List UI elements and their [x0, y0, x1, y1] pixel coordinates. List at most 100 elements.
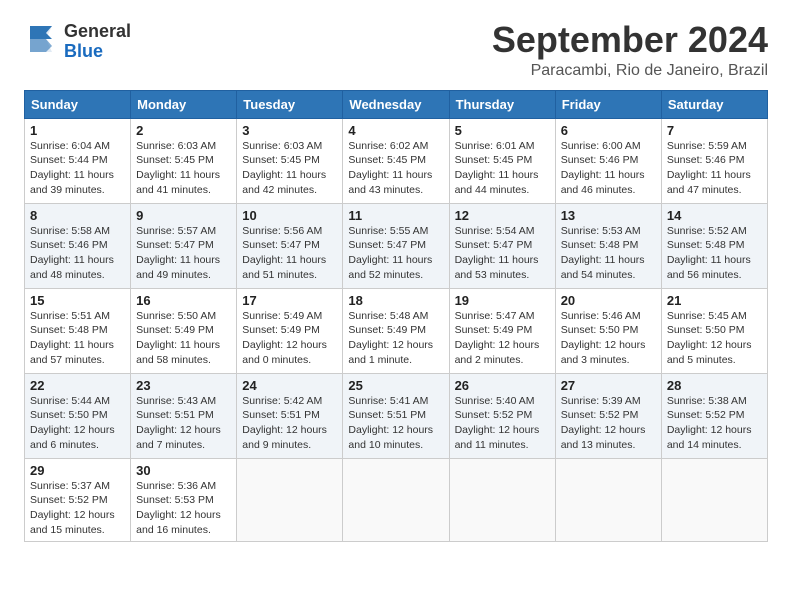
- table-row: 26 Sunrise: 5:40 AM Sunset: 5:52 PM Dayl…: [449, 373, 555, 458]
- day-info: Sunrise: 5:46 AM Sunset: 5:50 PM Dayligh…: [561, 309, 656, 368]
- table-row: 11 Sunrise: 5:55 AM Sunset: 5:47 PM Dayl…: [343, 203, 449, 288]
- day-info: Sunrise: 5:41 AM Sunset: 5:51 PM Dayligh…: [348, 394, 443, 453]
- header-thursday: Thursday: [449, 90, 555, 118]
- header-friday: Friday: [555, 90, 661, 118]
- table-row: 6 Sunrise: 6:00 AM Sunset: 5:46 PM Dayli…: [555, 118, 661, 203]
- day-info: Sunrise: 6:04 AM Sunset: 5:44 PM Dayligh…: [30, 139, 125, 198]
- header-wednesday: Wednesday: [343, 90, 449, 118]
- table-row: 29 Sunrise: 5:37 AM Sunset: 5:52 PM Dayl…: [25, 458, 131, 542]
- day-number: 2: [136, 123, 231, 138]
- table-row: [661, 458, 767, 542]
- day-info: Sunrise: 5:42 AM Sunset: 5:51 PM Dayligh…: [242, 394, 337, 453]
- day-number: 24: [242, 378, 337, 393]
- logo-general-text: General: [64, 22, 131, 42]
- location-subtitle: Paracambi, Rio de Janeiro, Brazil: [492, 62, 768, 80]
- day-info: Sunrise: 5:49 AM Sunset: 5:49 PM Dayligh…: [242, 309, 337, 368]
- day-info: Sunrise: 5:51 AM Sunset: 5:48 PM Dayligh…: [30, 309, 125, 368]
- day-info: Sunrise: 5:40 AM Sunset: 5:52 PM Dayligh…: [455, 394, 550, 453]
- table-row: 24 Sunrise: 5:42 AM Sunset: 5:51 PM Dayl…: [237, 373, 343, 458]
- day-info: Sunrise: 5:44 AM Sunset: 5:50 PM Dayligh…: [30, 394, 125, 453]
- table-row: 22 Sunrise: 5:44 AM Sunset: 5:50 PM Dayl…: [25, 373, 131, 458]
- day-number: 6: [561, 123, 656, 138]
- day-number: 19: [455, 293, 550, 308]
- logo-icon: [24, 20, 62, 58]
- day-info: Sunrise: 5:48 AM Sunset: 5:49 PM Dayligh…: [348, 309, 443, 368]
- header-saturday: Saturday: [661, 90, 767, 118]
- day-info: Sunrise: 5:43 AM Sunset: 5:51 PM Dayligh…: [136, 394, 231, 453]
- table-row: 3 Sunrise: 6:03 AM Sunset: 5:45 PM Dayli…: [237, 118, 343, 203]
- day-number: 23: [136, 378, 231, 393]
- table-row: 14 Sunrise: 5:52 AM Sunset: 5:48 PM Dayl…: [661, 203, 767, 288]
- day-info: Sunrise: 6:03 AM Sunset: 5:45 PM Dayligh…: [136, 139, 231, 198]
- day-number: 3: [242, 123, 337, 138]
- table-row: [237, 458, 343, 542]
- table-row: 30 Sunrise: 5:36 AM Sunset: 5:53 PM Dayl…: [131, 458, 237, 542]
- logo: General Blue: [24, 20, 131, 63]
- title-block: September 2024 Paracambi, Rio de Janeiro…: [492, 20, 768, 80]
- day-info: Sunrise: 6:02 AM Sunset: 5:45 PM Dayligh…: [348, 139, 443, 198]
- day-info: Sunrise: 5:59 AM Sunset: 5:46 PM Dayligh…: [667, 139, 762, 198]
- day-info: Sunrise: 5:36 AM Sunset: 5:53 PM Dayligh…: [136, 479, 231, 538]
- table-row: 8 Sunrise: 5:58 AM Sunset: 5:46 PM Dayli…: [25, 203, 131, 288]
- day-info: Sunrise: 6:03 AM Sunset: 5:45 PM Dayligh…: [242, 139, 337, 198]
- day-number: 1: [30, 123, 125, 138]
- table-row: 27 Sunrise: 5:39 AM Sunset: 5:52 PM Dayl…: [555, 373, 661, 458]
- table-row: 2 Sunrise: 6:03 AM Sunset: 5:45 PM Dayli…: [131, 118, 237, 203]
- table-row: 9 Sunrise: 5:57 AM Sunset: 5:47 PM Dayli…: [131, 203, 237, 288]
- day-info: Sunrise: 5:45 AM Sunset: 5:50 PM Dayligh…: [667, 309, 762, 368]
- table-row: [449, 458, 555, 542]
- day-info: Sunrise: 5:38 AM Sunset: 5:52 PM Dayligh…: [667, 394, 762, 453]
- table-row: [555, 458, 661, 542]
- header-monday: Monday: [131, 90, 237, 118]
- logo-blue-text: Blue: [64, 42, 131, 62]
- day-number: 25: [348, 378, 443, 393]
- table-row: 20 Sunrise: 5:46 AM Sunset: 5:50 PM Dayl…: [555, 288, 661, 373]
- month-title: September 2024: [492, 20, 768, 60]
- day-info: Sunrise: 5:54 AM Sunset: 5:47 PM Dayligh…: [455, 224, 550, 283]
- day-number: 17: [242, 293, 337, 308]
- table-row: 28 Sunrise: 5:38 AM Sunset: 5:52 PM Dayl…: [661, 373, 767, 458]
- day-info: Sunrise: 5:47 AM Sunset: 5:49 PM Dayligh…: [455, 309, 550, 368]
- table-row: 10 Sunrise: 5:56 AM Sunset: 5:47 PM Dayl…: [237, 203, 343, 288]
- table-row: 17 Sunrise: 5:49 AM Sunset: 5:49 PM Dayl…: [237, 288, 343, 373]
- page-header: General Blue September 2024 Paracambi, R…: [24, 20, 768, 80]
- day-number: 14: [667, 208, 762, 223]
- day-number: 26: [455, 378, 550, 393]
- day-info: Sunrise: 6:01 AM Sunset: 5:45 PM Dayligh…: [455, 139, 550, 198]
- day-number: 15: [30, 293, 125, 308]
- day-info: Sunrise: 5:52 AM Sunset: 5:48 PM Dayligh…: [667, 224, 762, 283]
- day-number: 27: [561, 378, 656, 393]
- table-row: 16 Sunrise: 5:50 AM Sunset: 5:49 PM Dayl…: [131, 288, 237, 373]
- day-number: 30: [136, 463, 231, 478]
- day-info: Sunrise: 5:55 AM Sunset: 5:47 PM Dayligh…: [348, 224, 443, 283]
- day-info: Sunrise: 5:50 AM Sunset: 5:49 PM Dayligh…: [136, 309, 231, 368]
- day-number: 18: [348, 293, 443, 308]
- table-row: 5 Sunrise: 6:01 AM Sunset: 5:45 PM Dayli…: [449, 118, 555, 203]
- day-info: Sunrise: 5:56 AM Sunset: 5:47 PM Dayligh…: [242, 224, 337, 283]
- table-row: 7 Sunrise: 5:59 AM Sunset: 5:46 PM Dayli…: [661, 118, 767, 203]
- table-row: 23 Sunrise: 5:43 AM Sunset: 5:51 PM Dayl…: [131, 373, 237, 458]
- day-number: 7: [667, 123, 762, 138]
- day-number: 5: [455, 123, 550, 138]
- day-number: 13: [561, 208, 656, 223]
- header-sunday: Sunday: [25, 90, 131, 118]
- day-info: Sunrise: 5:57 AM Sunset: 5:47 PM Dayligh…: [136, 224, 231, 283]
- day-info: Sunrise: 5:37 AM Sunset: 5:52 PM Dayligh…: [30, 479, 125, 538]
- day-number: 10: [242, 208, 337, 223]
- table-row: 1 Sunrise: 6:04 AM Sunset: 5:44 PM Dayli…: [25, 118, 131, 203]
- day-info: Sunrise: 5:39 AM Sunset: 5:52 PM Dayligh…: [561, 394, 656, 453]
- day-number: 22: [30, 378, 125, 393]
- day-number: 11: [348, 208, 443, 223]
- day-info: Sunrise: 5:58 AM Sunset: 5:46 PM Dayligh…: [30, 224, 125, 283]
- header-tuesday: Tuesday: [237, 90, 343, 118]
- day-number: 4: [348, 123, 443, 138]
- day-number: 20: [561, 293, 656, 308]
- table-row: 18 Sunrise: 5:48 AM Sunset: 5:49 PM Dayl…: [343, 288, 449, 373]
- table-row: 12 Sunrise: 5:54 AM Sunset: 5:47 PM Dayl…: [449, 203, 555, 288]
- table-row: 13 Sunrise: 5:53 AM Sunset: 5:48 PM Dayl…: [555, 203, 661, 288]
- day-number: 21: [667, 293, 762, 308]
- day-number: 29: [30, 463, 125, 478]
- table-row: 19 Sunrise: 5:47 AM Sunset: 5:49 PM Dayl…: [449, 288, 555, 373]
- day-number: 12: [455, 208, 550, 223]
- table-row: 21 Sunrise: 5:45 AM Sunset: 5:50 PM Dayl…: [661, 288, 767, 373]
